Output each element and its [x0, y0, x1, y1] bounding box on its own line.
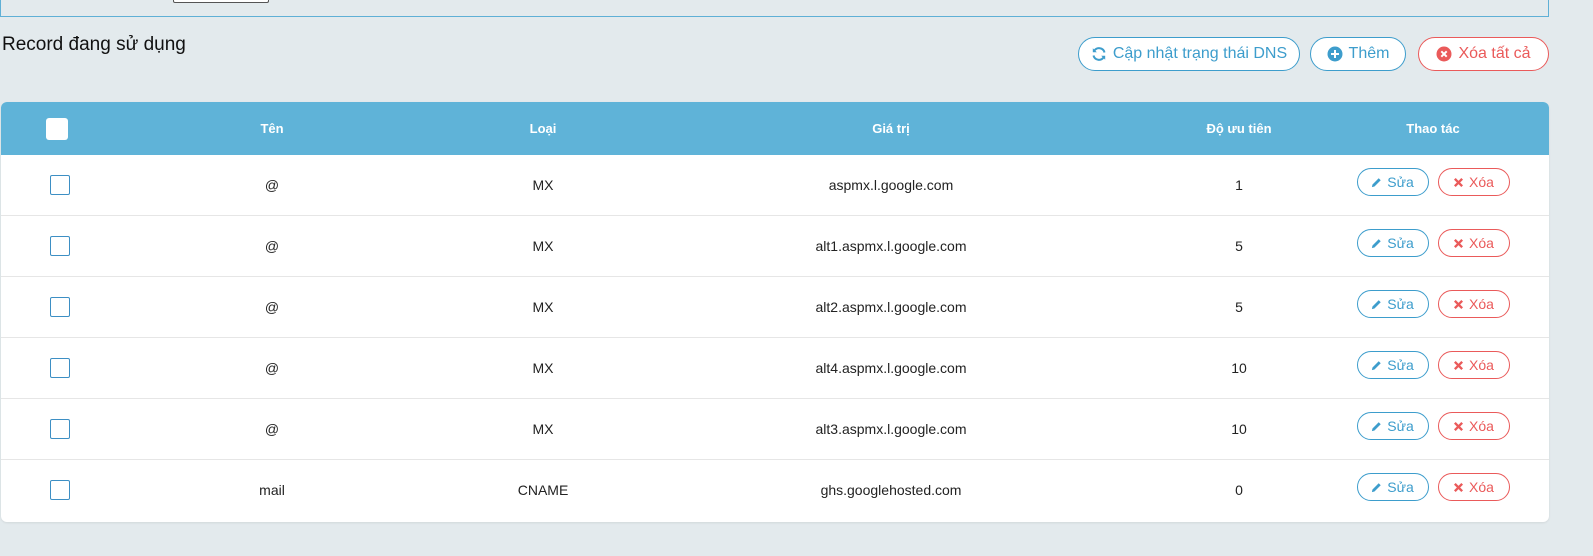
- table-row: @ MX alt2.aspmx.l.google.com 5 Sửa Xóa: [1, 277, 1549, 338]
- row-actions: Sửa Xóa: [1333, 213, 1533, 273]
- refresh-dns-label: Cập nhật trạng thái DNS: [1112, 45, 1288, 62]
- delete-label: Xóa: [1469, 418, 1494, 434]
- record-name: @: [264, 177, 280, 193]
- edit-label: Sửa: [1387, 296, 1414, 312]
- record-type: MX: [532, 360, 554, 376]
- times-icon: [1453, 421, 1464, 432]
- row-actions: Sửa Xóa: [1333, 274, 1533, 334]
- table-row: @ MX aspmx.l.google.com 1 Sửa Xóa: [1, 155, 1549, 216]
- times-icon: [1453, 360, 1464, 371]
- record-name: @: [264, 421, 280, 437]
- top-panel: [0, 0, 1549, 17]
- header-type: Loại: [529, 121, 557, 136]
- edit-label: Sửa: [1387, 357, 1414, 373]
- delete-all-label: Xóa tất cả: [1458, 45, 1531, 62]
- times-icon: [1453, 238, 1464, 249]
- row-checkbox[interactable]: [50, 236, 70, 256]
- edit-button[interactable]: Sửa: [1356, 168, 1429, 196]
- row-checkbox[interactable]: [50, 480, 70, 500]
- delete-label: Xóa: [1469, 235, 1494, 251]
- delete-label: Xóa: [1469, 174, 1494, 190]
- row-checkbox[interactable]: [50, 175, 70, 195]
- record-type: MX: [532, 238, 554, 254]
- record-type: MX: [532, 299, 554, 315]
- section-title: Record đang sử dụng: [2, 34, 186, 55]
- record-type: MX: [532, 177, 554, 193]
- pencil-icon: [1371, 177, 1382, 188]
- delete-label: Xóa: [1469, 479, 1494, 495]
- record-name: @: [264, 238, 280, 254]
- header-actions: Thao tác: [1406, 121, 1460, 136]
- edit-label: Sửa: [1387, 235, 1414, 251]
- times-icon: [1453, 482, 1464, 493]
- header-name: Tên: [260, 121, 284, 136]
- record-priority: 10: [1231, 421, 1247, 437]
- pencil-icon: [1371, 299, 1382, 310]
- add-record-label: Thêm: [1348, 45, 1390, 62]
- record-priority: 5: [1235, 299, 1243, 315]
- delete-button[interactable]: Xóa: [1437, 351, 1510, 379]
- plus-circle-icon: [1327, 46, 1343, 62]
- record-priority: 10: [1231, 360, 1247, 376]
- delete-label: Xóa: [1469, 296, 1494, 312]
- record-name: mail: [259, 482, 285, 498]
- edit-button[interactable]: Sửa: [1356, 229, 1429, 257]
- record-value: alt3.aspmx.l.google.com: [815, 421, 967, 437]
- edit-label: Sửa: [1387, 418, 1414, 434]
- header-priority: Độ ưu tiên: [1206, 121, 1272, 136]
- delete-button[interactable]: Xóa: [1437, 229, 1510, 257]
- delete-label: Xóa: [1469, 357, 1494, 373]
- header-value: Giá trị: [872, 121, 910, 136]
- record-value: aspmx.l.google.com: [828, 177, 954, 193]
- record-value: ghs.googlehosted.com: [820, 482, 962, 498]
- table-row: @ MX alt4.aspmx.l.google.com 10 Sửa Xóa: [1, 338, 1549, 399]
- row-checkbox[interactable]: [50, 297, 70, 317]
- row-actions: Sửa Xóa: [1333, 335, 1533, 395]
- edit-button[interactable]: Sửa: [1356, 412, 1429, 440]
- pencil-icon: [1371, 238, 1382, 249]
- edit-button[interactable]: Sửa: [1356, 290, 1429, 318]
- table-row: @ MX alt3.aspmx.l.google.com 10 Sửa Xóa: [1, 399, 1549, 460]
- record-name: @: [264, 299, 280, 315]
- row-actions: Sửa Xóa: [1333, 152, 1533, 212]
- record-priority: 0: [1235, 482, 1243, 498]
- records-table: Tên Loại Giá trị Độ ưu tiên Thao tác @ M…: [1, 102, 1549, 522]
- times-circle-icon: [1436, 46, 1452, 62]
- pencil-icon: [1371, 360, 1382, 371]
- record-type: CNAME: [517, 482, 569, 498]
- record-value: alt4.aspmx.l.google.com: [815, 360, 967, 376]
- record-name: @: [264, 360, 280, 376]
- add-record-button[interactable]: Thêm: [1310, 37, 1406, 71]
- row-actions: Sửa Xóa: [1333, 396, 1533, 456]
- select-all-checkbox[interactable]: [46, 117, 68, 140]
- pencil-icon: [1371, 421, 1382, 432]
- row-checkbox[interactable]: [50, 419, 70, 439]
- delete-button[interactable]: Xóa: [1437, 168, 1510, 196]
- edit-button[interactable]: Sửa: [1356, 473, 1429, 501]
- top-panel-input[interactable]: [173, 0, 269, 3]
- delete-all-button[interactable]: Xóa tất cả: [1418, 37, 1549, 71]
- edit-label: Sửa: [1387, 174, 1414, 190]
- record-priority: 5: [1235, 238, 1243, 254]
- row-actions: Sửa Xóa: [1333, 457, 1533, 517]
- table-row: @ MX alt1.aspmx.l.google.com 5 Sửa Xóa: [1, 216, 1549, 277]
- record-priority: 1: [1235, 177, 1243, 193]
- record-value: alt2.aspmx.l.google.com: [815, 299, 967, 315]
- edit-label: Sửa: [1387, 479, 1414, 495]
- times-icon: [1453, 299, 1464, 310]
- table-header: Tên Loại Giá trị Độ ưu tiên Thao tác: [1, 102, 1549, 155]
- refresh-dns-button[interactable]: Cập nhật trạng thái DNS: [1078, 37, 1300, 71]
- row-checkbox[interactable]: [50, 358, 70, 378]
- delete-button[interactable]: Xóa: [1437, 290, 1510, 318]
- times-icon: [1453, 177, 1464, 188]
- delete-button[interactable]: Xóa: [1437, 473, 1510, 501]
- table-row: mail CNAME ghs.googlehosted.com 0 Sửa Xó…: [1, 460, 1549, 520]
- record-type: MX: [532, 421, 554, 437]
- header-checkbox-cell: [31, 102, 83, 155]
- record-value: alt1.aspmx.l.google.com: [815, 238, 967, 254]
- refresh-icon: [1091, 46, 1107, 62]
- delete-button[interactable]: Xóa: [1437, 412, 1510, 440]
- pencil-icon: [1371, 482, 1382, 493]
- edit-button[interactable]: Sửa: [1356, 351, 1429, 379]
